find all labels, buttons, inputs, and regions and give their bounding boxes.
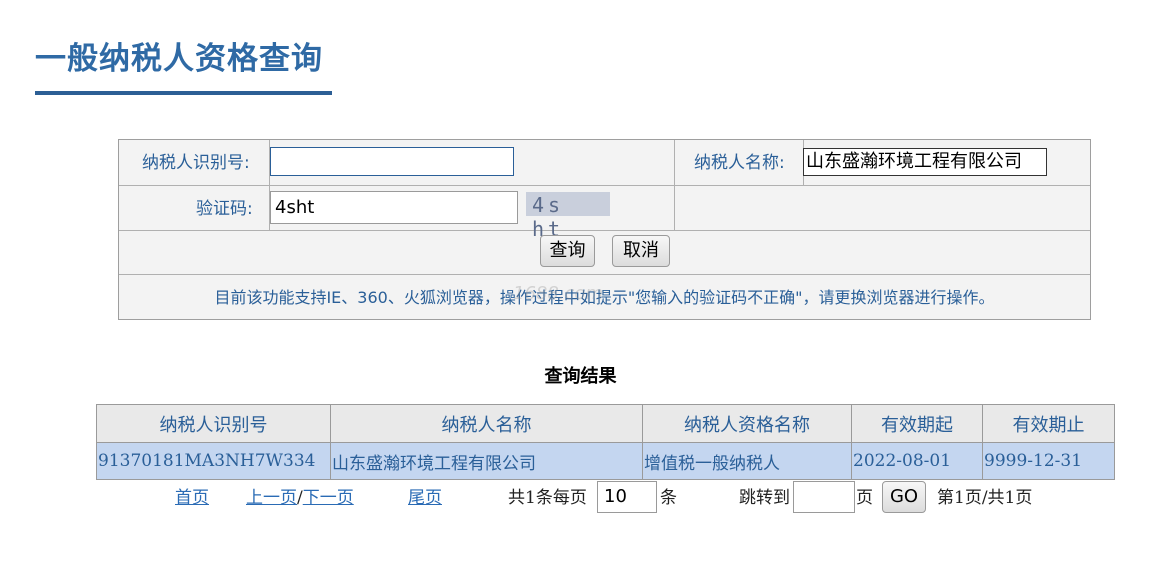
table-row[interactable]: 91370181MA3NH7W334 山东盛瀚环境工程有限公司 增值税一般纳税人… — [96, 442, 1115, 480]
prev-page-link[interactable]: 上一页 — [246, 488, 297, 508]
column-header: 纳税人识别号 — [96, 404, 331, 443]
watermark: 1688.com — [513, 283, 603, 304]
first-page-link[interactable]: 首页 — [175, 488, 209, 508]
captcha-image-text: 4s ht — [532, 193, 565, 241]
taxpayer-name-input[interactable]: 山东盛瀚环境工程有限公司 — [803, 148, 1047, 176]
results-table: 纳税人识别号 纳税人名称 纳税人资格名称 有效期起 有效期止 91370181M… — [96, 404, 1115, 480]
total-count-label: 共1条每页 — [508, 488, 587, 508]
captcha-image[interactable]: 4s ht — [526, 192, 610, 241]
cell-valid-to: 9999-12-31 — [982, 442, 1115, 480]
title-underline — [35, 91, 332, 95]
column-header: 有效期起 — [851, 404, 983, 443]
cell-valid-from: 2022-08-01 — [851, 442, 983, 480]
page-suffix: 页 — [856, 488, 873, 508]
table-header-row: 纳税人识别号 纳税人名称 纳税人资格名称 有效期起 有效期止 — [96, 404, 1115, 443]
column-header: 纳税人名称 — [330, 404, 643, 443]
taxpayer-id-input[interactable] — [270, 147, 514, 176]
cell-taxpayer-name: 山东盛瀚环境工程有限公司 — [330, 442, 643, 480]
captcha-label: 验证码: — [196, 199, 253, 219]
cell-qualification: 增值税一般纳税人 — [642, 442, 852, 480]
per-page-input[interactable]: 10 — [597, 481, 657, 513]
column-header: 有效期止 — [982, 404, 1115, 443]
jump-label: 跳转到 — [739, 488, 790, 508]
go-button[interactable]: GO — [882, 481, 926, 513]
per-page-suffix: 条 — [660, 488, 677, 508]
column-header: 纳税人资格名称 — [642, 404, 852, 443]
captcha-input[interactable]: 4sht — [270, 191, 518, 224]
page-title: 一般纳税人资格查询 — [35, 41, 323, 77]
page-info: 第1页/共1页 — [937, 488, 1033, 508]
form-divider — [119, 185, 1090, 186]
prev-next-group: 上一页/下一页 — [246, 488, 354, 508]
cancel-button[interactable]: 取消 — [612, 235, 670, 267]
form-divider — [674, 140, 675, 230]
taxpayer-id-label: 纳税人识别号: — [142, 153, 250, 173]
jump-page-input[interactable] — [793, 481, 855, 513]
query-form: 纳税人识别号: 纳税人名称: 山东盛瀚环境工程有限公司 验证码: 4sht 4s… — [118, 139, 1091, 320]
next-page-link[interactable]: 下一页 — [303, 488, 354, 508]
taxpayer-name-label: 纳税人名称: — [694, 153, 785, 173]
last-page-link[interactable]: 尾页 — [408, 488, 442, 508]
cell-taxpayer-id: 91370181MA3NH7W334 — [96, 442, 331, 480]
browser-notice: 目前该功能支持IE、360、火狐浏览器，操作过程中如提示"您输入的验证码不正确"… — [214, 288, 995, 307]
query-button[interactable]: 查询 — [540, 235, 595, 267]
results-caption: 查询结果 — [544, 366, 617, 387]
form-divider — [119, 274, 1090, 275]
